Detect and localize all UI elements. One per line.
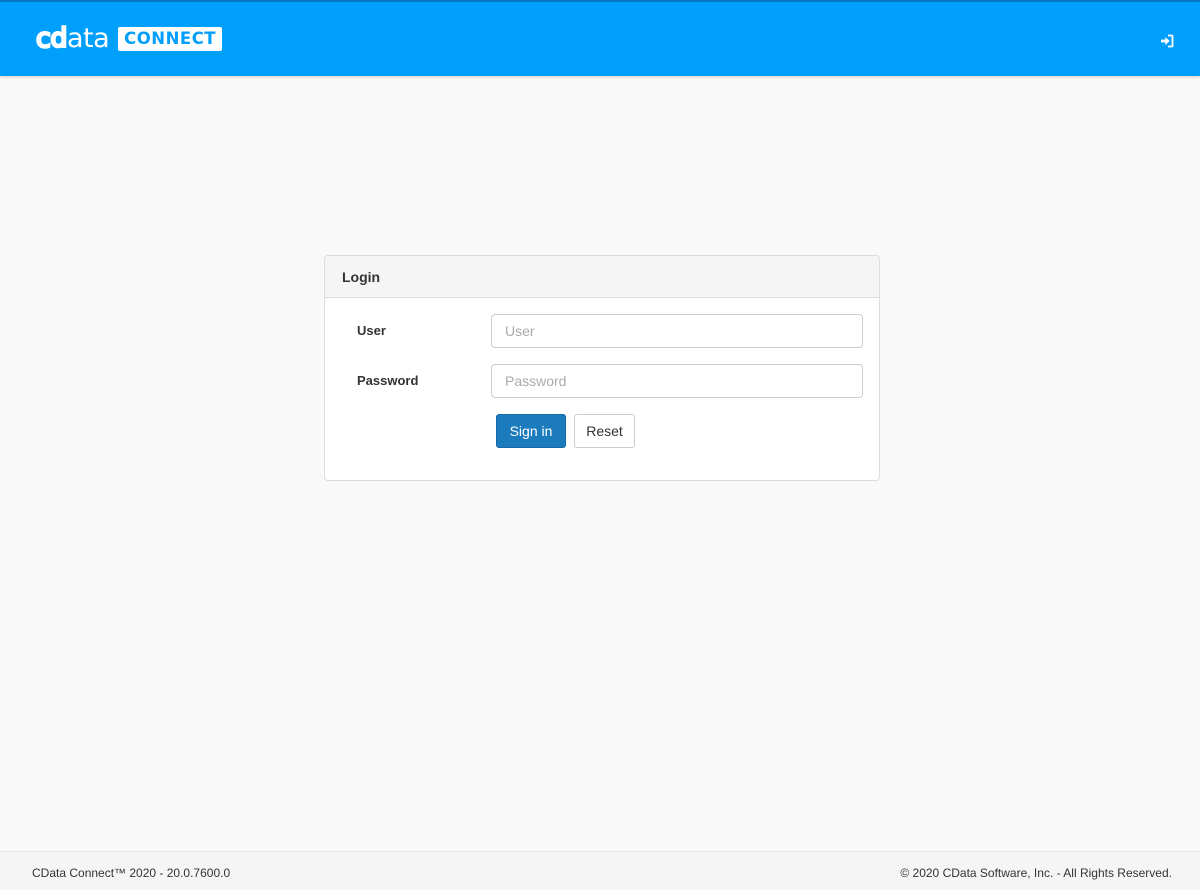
user-label: User xyxy=(357,323,386,338)
logo-connect-badge: CONNECT xyxy=(118,27,223,51)
logo-wordmark-solid: ata xyxy=(66,23,110,54)
login-panel-title: Login xyxy=(325,256,879,298)
sign-in-button[interactable]: Sign in xyxy=(496,414,566,448)
password-label: Password xyxy=(357,373,419,388)
login-panel: Login User Password Sign in Reset xyxy=(324,255,880,481)
password-input[interactable] xyxy=(491,364,863,398)
logo-wordmark: cd ata xyxy=(35,23,110,54)
version-text: CData Connect™ 2020 - 20.0.7600.0 xyxy=(32,866,231,880)
footer: CData Connect™ 2020 - 20.0.7600.0 © 2020… xyxy=(0,851,1200,890)
user-input[interactable] xyxy=(491,314,863,348)
logo-wordmark-outline: cd xyxy=(35,23,69,54)
reset-button[interactable]: Reset xyxy=(574,414,635,448)
sign-in-icon[interactable] xyxy=(1160,34,1174,48)
copyright-text: © 2020 CData Software, Inc. - All Rights… xyxy=(900,866,1172,880)
cdata-connect-logo[interactable]: cd ata CONNECT xyxy=(35,23,223,54)
top-navbar: cd ata CONNECT xyxy=(0,0,1200,76)
